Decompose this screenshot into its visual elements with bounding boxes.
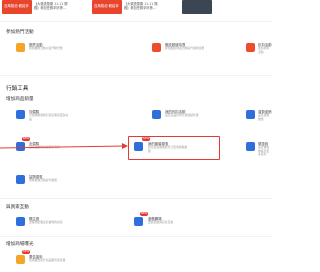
- banner-3[interactable]: [182, 0, 212, 14]
- card-desc-ads: 使用廣告提升商品曝光與流量: [29, 258, 66, 262]
- section-title-interaction: 與買家互動: [6, 205, 29, 210]
- icon-discount-event: [246, 43, 255, 52]
- divider: [0, 21, 272, 22]
- card-desc-flash-deal: 限時搶購活動提升銷量: [29, 178, 57, 182]
- card-desc-shipping-promo: 設定運費優惠: [258, 113, 270, 121]
- card-desc-my-discount: 設定商品折扣以增加銷售量: [165, 113, 199, 117]
- new-badge: NEW: [140, 212, 148, 216]
- card-desc-recommend: 參加推薦活動以提升曝光量: [29, 46, 63, 50]
- card-desc-follow-prize: 送優惠給關注您賣場的買家: [29, 220, 63, 224]
- icon-my-discount: [152, 110, 161, 119]
- card-desc-add-on-deal: 以加購優惠吸引買家購買更多商品: [29, 113, 69, 121]
- banner-2-caption[interactable]: 【大樂透獎期 11.11 開跑】參加任務拿好禮…: [124, 2, 158, 10]
- marketing-tools-title: 行銷工具: [6, 86, 29, 92]
- icon-recommend: [16, 43, 25, 52]
- icon-follow-prize: [16, 217, 25, 226]
- icon-ads: [16, 255, 25, 264]
- section-title-popular: 參加熱門活動: [6, 30, 34, 35]
- card-desc-super-sale: 參加超值特賣活動提升賣場流量: [165, 46, 205, 50]
- card-desc-voucher: 設定優惠券吸引更多買家: [258, 145, 270, 156]
- banner-2-image-text: 百萬獎池 輕鬆拿: [94, 4, 119, 8]
- divider: [0, 198, 272, 199]
- icon-flash-deal: [16, 175, 25, 184]
- card-desc-discount-event: 參加折扣活動: [258, 46, 270, 54]
- banner-1-caption[interactable]: 【大樂透獎期 11.11 開跑】參加任務拿好禮…: [34, 2, 68, 10]
- icon-add-on-deal: [16, 110, 25, 119]
- icon-game: [134, 217, 143, 226]
- divider: [0, 236, 272, 237]
- marketing-subtitle: 增加商品銷量: [6, 97, 34, 102]
- icon-bundle-deal: [134, 142, 143, 151]
- card-desc-bundle-deal: 建立套裝優惠提升訂單金額與銷量: [148, 145, 188, 153]
- icon-voucher: [246, 142, 255, 151]
- divider: [0, 75, 272, 76]
- card-desc-game: 透過遊戲與買家互動: [148, 220, 174, 224]
- icon-shipping-promo: [246, 110, 255, 119]
- banner-1-image-text: 百萬獎池 輕鬆拿: [4, 4, 29, 8]
- icon-super-sale: [152, 43, 161, 52]
- section-title-exposure: 增加商場曝光: [6, 242, 34, 247]
- pointer-arrow: [0, 143, 128, 149]
